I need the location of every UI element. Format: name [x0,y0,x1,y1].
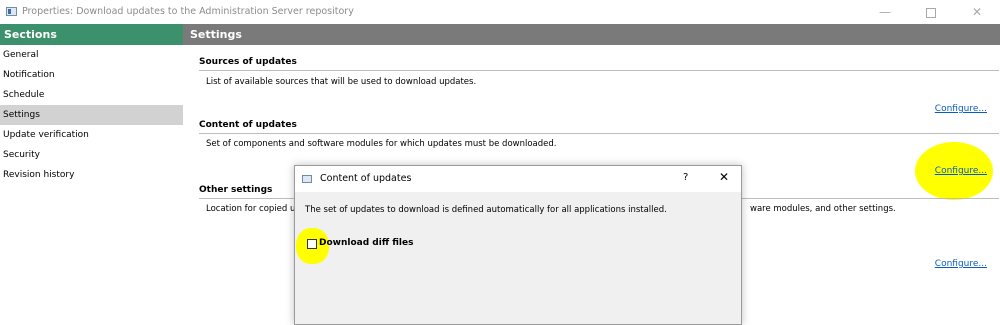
configure-other-link[interactable]: Configure... [935,259,987,269]
help-icon[interactable]: ? [683,172,688,183]
close-icon: ✕ [971,5,983,19]
section-description-other-end: ware modules, and other settings. [750,204,896,214]
sidebar-item-revision-history[interactable]: Revision history [0,165,183,185]
dialog-title: Content of updates [320,173,412,184]
section-description-sources: List of available sources that will be u… [206,77,477,87]
dialog-app-icon [302,175,312,183]
dialog-close-icon[interactable]: ✕ [719,170,729,184]
section-title-content: Content of updates [199,120,297,130]
window-title: Properties: Download updates to the Admi… [22,6,354,17]
dialog-description: The set of updates to download is define… [305,205,667,215]
configure-content-link[interactable]: Configure... [935,166,987,176]
app-icon [6,7,17,16]
maximize-button[interactable] [908,0,954,24]
sections-sidebar: Sections General Notification Schedule S… [0,24,183,325]
sidebar-item-notification[interactable]: Notification [0,65,183,85]
maximize-icon [926,7,936,18]
section-divider [199,133,999,134]
minimize-button[interactable]: — [862,0,908,24]
sidebar-item-general[interactable]: General [0,45,183,65]
download-diff-files-checkbox[interactable] [307,239,317,249]
sidebar-item-update-verification[interactable]: Update verification [0,125,183,145]
download-diff-files-label[interactable]: Download diff files [319,238,413,248]
close-window-button[interactable]: ✕ [954,0,1000,24]
section-description-content: Set of components and software modules f… [206,139,557,149]
sidebar-header: Sections [0,24,183,45]
minimize-icon: — [879,5,891,19]
configure-sources-link[interactable]: Configure... [935,104,987,114]
sidebar-item-security[interactable]: Security [0,145,183,165]
content-of-updates-dialog: Content of updates ? ✕ The set of update… [294,165,742,325]
window-titlebar: Properties: Download updates to the Admi… [0,0,1000,24]
sidebar-item-settings[interactable]: Settings [0,105,183,125]
section-description-other: Location for copied up [206,204,301,214]
section-divider [199,70,999,71]
settings-header: Settings [183,24,1000,45]
sidebar-item-schedule[interactable]: Schedule [0,85,183,105]
section-title-sources: Sources of updates [199,57,297,67]
section-title-other: Other settings [199,185,273,195]
dialog-titlebar: Content of updates ? ✕ [295,166,741,192]
